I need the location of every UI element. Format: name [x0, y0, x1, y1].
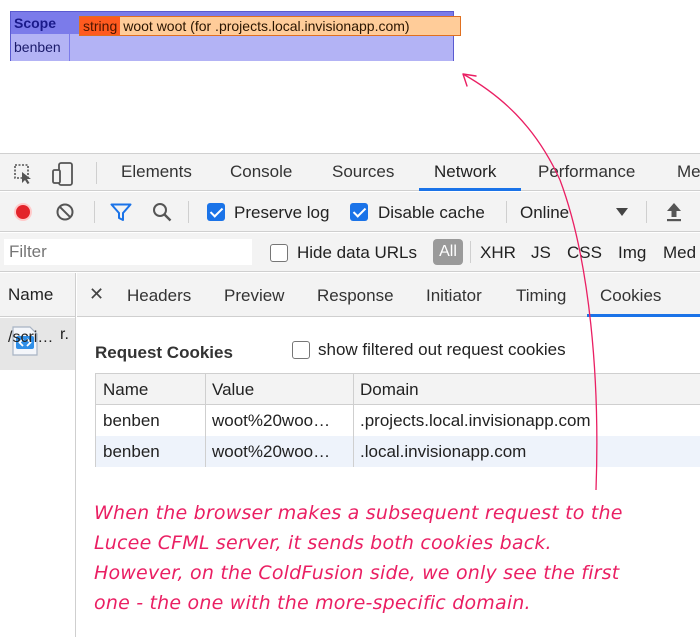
cookie-value: woot%20woo… — [212, 442, 331, 461]
toolbar-separator — [470, 241, 471, 263]
toolbar-separator — [188, 201, 189, 223]
column-header-name[interactable]: Name — [103, 380, 148, 400]
toolbar-separator — [94, 201, 95, 223]
filter-bar: Hide data URLs All XHR JS CSS Img Med — [0, 233, 700, 272]
column-divider — [353, 374, 354, 467]
hide-data-urls-label: Hide data URLs — [297, 243, 418, 262]
devtools-tabbar: Elements Console Sources Network Perform… — [0, 153, 700, 191]
tab-elements[interactable]: Elements — [121, 162, 192, 182]
filter-input[interactable] — [4, 239, 252, 265]
column-header-value[interactable]: Value — [212, 380, 254, 400]
preserve-log-label: Preserve log — [234, 203, 330, 222]
cookie-domain: .projects.local.invisionapp.com — [360, 411, 591, 430]
request-name: r. — [60, 326, 69, 343]
clear-icon[interactable] — [56, 203, 74, 221]
dump-string-value: woot woot (for .projects.local.invisiona… — [123, 18, 410, 34]
annotation-line: However, on the ColdFusion side, we only… — [94, 562, 620, 584]
filter-type-img[interactable]: Img — [618, 243, 646, 263]
dump-type-label: string — [80, 17, 121, 35]
filter-type-css[interactable]: CSS — [567, 243, 602, 263]
filter-type-media[interactable]: Med — [663, 243, 696, 263]
show-filtered-label: show filtered out request cookies — [318, 340, 566, 359]
cookie-value: woot%20woo… — [212, 411, 331, 430]
annotation-line: When the browser makes a subsequent requ… — [94, 502, 623, 524]
tab-response[interactable]: Response — [317, 286, 394, 306]
tab-sources[interactable]: Sources — [332, 162, 394, 182]
chevron-down-icon[interactable] — [616, 208, 628, 217]
filter-type-xhr[interactable]: XHR — [480, 243, 516, 263]
network-toolbar: Preserve log Disable cache Online — [0, 192, 700, 232]
cookie-domain: .local.invisionapp.com — [360, 442, 527, 461]
tab-initiator[interactable]: Initiator — [426, 286, 482, 306]
table-row[interactable]: benben woot%20woo… .local.invisionapp.co… — [96, 436, 700, 467]
table-row[interactable]: benben woot%20woo… .projects.local.invis… — [96, 405, 700, 436]
inspect-element-icon[interactable] — [14, 164, 34, 184]
request-list-header[interactable]: Name — [0, 273, 75, 317]
show-filtered-checkbox[interactable] — [292, 341, 310, 359]
disable-cache-checkbox[interactable] — [350, 203, 368, 221]
disable-cache-label: Disable cache — [378, 203, 485, 222]
cookies-table: Name Value Domain benben woot%20woo… .pr… — [95, 373, 700, 467]
name-column-header: Name — [8, 285, 54, 304]
table-header: Name Value Domain — [96, 374, 700, 405]
active-tab-indicator — [587, 314, 700, 317]
preserve-log-checkbox[interactable] — [207, 203, 225, 221]
annotation-line: one - the one with the more-specific dom… — [94, 592, 531, 614]
toolbar-separator — [646, 201, 647, 223]
tab-headers[interactable]: Headers — [127, 286, 191, 306]
detail-tabbar: ✕ Headers Preview Response Initiator Tim… — [77, 273, 700, 317]
scope-dump: Scope benben string woot woot (for .proj… — [10, 11, 461, 61]
dump-value: string woot woot (for .projects.local.in… — [79, 16, 461, 36]
annotation-text: When the browser makes a subsequent requ… — [94, 498, 694, 618]
filter-type-all[interactable]: All — [433, 239, 463, 265]
active-tab-indicator — [419, 188, 521, 191]
import-har-icon[interactable] — [665, 202, 683, 222]
dump-value-cell — [69, 34, 453, 61]
tab-console[interactable]: Console — [230, 162, 292, 182]
tab-cookies[interactable]: Cookies — [600, 286, 661, 306]
filter-funnel-icon[interactable] — [110, 203, 132, 222]
close-icon[interactable]: ✕ — [89, 284, 104, 305]
dump-title: Scope — [14, 15, 57, 31]
dump-row: benben — [11, 34, 453, 61]
cookie-name: benben — [103, 411, 160, 430]
dump-key: benben — [14, 39, 61, 55]
tab-performance[interactable]: Performance — [538, 162, 635, 182]
toolbar-separator — [506, 201, 507, 223]
request-list: Name r. /scri… — [0, 273, 76, 637]
column-divider — [205, 374, 206, 467]
cookie-name: benben — [103, 442, 160, 461]
tab-timing[interactable]: Timing — [516, 286, 566, 306]
request-cookies-heading: Request Cookies — [95, 343, 233, 362]
request-path: /scri… — [8, 329, 54, 346]
throttle-select[interactable]: Online — [520, 203, 569, 223]
tab-more[interactable]: Me — [677, 162, 700, 182]
filter-type-js[interactable]: JS — [531, 243, 551, 263]
annotation-line: Lucee CFML server, it sends both cookies… — [94, 532, 552, 554]
device-toolbar-icon[interactable] — [52, 162, 76, 186]
hide-data-urls-checkbox[interactable] — [270, 244, 288, 262]
search-icon[interactable] — [152, 202, 172, 222]
toolbar-separator — [96, 162, 97, 184]
record-icon[interactable] — [13, 202, 33, 222]
tab-preview[interactable]: Preview — [224, 286, 284, 306]
column-header-domain[interactable]: Domain — [360, 380, 419, 400]
tab-network[interactable]: Network — [434, 162, 496, 182]
